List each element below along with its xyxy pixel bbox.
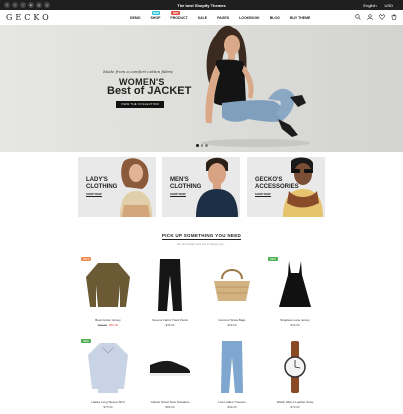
hot-badge: HOT (171, 11, 180, 15)
product-image[interactable]: SALE (78, 255, 138, 315)
hero-model-image (201, 25, 311, 147)
view-collection-button[interactable]: VIEW THE COLLECTION (116, 101, 164, 108)
hero-title-line2: Best of JACKET (107, 85, 192, 97)
top-bar: f t i in p y The best Shopify Themes Eng… (0, 0, 403, 10)
new-badge: NEW (81, 339, 91, 344)
nav-item-demo[interactable]: DEMO (130, 16, 141, 20)
shop-now-link[interactable]: SHOP NOW (255, 192, 271, 197)
product-price: $69.00 (227, 405, 237, 409)
currency-select[interactable]: USD (385, 3, 393, 8)
search-icon[interactable] (355, 14, 361, 20)
hero-banner: Made from a comfort cotton fabric WOMEN'… (0, 25, 403, 152)
nav-item-pages[interactable]: PAGES (217, 16, 229, 20)
logo[interactable]: GECKO (6, 13, 52, 22)
nav-item-blog[interactable]: BLOG (270, 16, 280, 20)
main-nav: DEMO NEW SHOP HOT PRODUCT SALE PAGES LOOKB… (130, 11, 311, 20)
sneaker-image (149, 360, 191, 376)
product-card[interactable]: Sevens Fabric Track Pants $39.00 (140, 255, 200, 327)
product-image[interactable]: NEW (78, 337, 138, 397)
nav-item-shop[interactable]: NEW SHOP (151, 11, 160, 20)
site-header: GECKO DEMO NEW SHOP HOT PRODUCT SALE PAGES… (0, 10, 403, 26)
product-image[interactable]: NEW (265, 255, 325, 315)
user-icon[interactable] (367, 14, 373, 20)
slider-dot[interactable] (196, 144, 199, 147)
product-price: $79.00 (290, 405, 300, 409)
hero-tagline: Made from a comfort cotton fabric (103, 69, 174, 74)
product-name[interactable]: Ladies Long Sleeve Shirt (78, 400, 138, 404)
category-title-line2: CLOTHING (170, 183, 202, 190)
product-price: $29.00 (227, 323, 237, 327)
product-name[interactable]: Watch With A Leather Strap (265, 400, 325, 404)
product-card[interactable]: NEW Strapless Lane Jersey $49.00 (265, 255, 325, 327)
product-name[interactable]: Strapless Lane Jersey (265, 318, 325, 322)
product-price: $39.00 (165, 323, 175, 327)
product-name[interactable]: Low Ladies Trousers (202, 400, 262, 404)
cart-icon[interactable] (391, 14, 397, 20)
jeans-image (221, 341, 243, 393)
product-name[interactable]: Classic Street New Sneakers (140, 400, 200, 404)
product-price: $99.00 $59.00 (97, 323, 119, 327)
product-price: $75.00 (103, 405, 113, 409)
shirt-image (88, 343, 128, 393)
sweater-image (86, 263, 130, 307)
product-image[interactable] (265, 337, 325, 397)
product-card[interactable]: Watch With A Leather Strap $79.00 (265, 337, 325, 409)
nav-item-sale[interactable]: SALE (198, 16, 207, 20)
section-title: PICK UP SOMETHING YOU NEED (161, 233, 242, 240)
product-name[interactable]: Boat Cotton Jersey (78, 318, 138, 322)
product-card[interactable]: Classic Street New Sneakers $89.00 (140, 337, 200, 409)
product-price: $49.00 (290, 323, 300, 327)
section-subtitle: All round high and top to things you... (176, 242, 227, 246)
wishlist-icon[interactable] (379, 14, 385, 20)
product-price: $89.00 (165, 405, 175, 409)
product-card[interactable]: SALE Boat Cotton Jersey $99.00 $59.00 (78, 255, 138, 327)
language-select[interactable]: English (363, 3, 376, 8)
category-card-mens[interactable]: MEN'S CLOTHING SHOP NOW (162, 157, 240, 217)
category-card-ladies[interactable]: LADY'S CLOTHING SHOP NOW (78, 157, 156, 217)
category-title-line2: CLOTHING (86, 183, 118, 190)
product-name[interactable]: Coconut Straw Bags (202, 318, 262, 322)
product-image[interactable] (202, 255, 262, 315)
shop-now-link[interactable]: SHOP NOW (170, 192, 186, 197)
product-image[interactable] (140, 337, 200, 397)
product-card[interactable]: NEW Ladies Long Sleeve Shirt $75.00 (78, 337, 138, 409)
product-card[interactable]: Coconut Straw Bags $29.00 (202, 255, 262, 327)
announcement-text: The best Shopify Themes (177, 2, 226, 8)
nav-item-buy-theme[interactable]: BUY THEME (290, 16, 311, 20)
slider-dots (196, 144, 208, 147)
pants-image (158, 259, 182, 311)
shop-now-link[interactable]: SHOP NOW (86, 192, 102, 197)
slider-dot[interactable] (205, 144, 208, 147)
sale-badge: SALE (81, 257, 92, 262)
product-image[interactable] (140, 255, 200, 315)
nav-item-lookbook[interactable]: LOOKBOOK (239, 16, 260, 20)
dress-image (279, 261, 311, 307)
product-name[interactable]: Sevens Fabric Track Pants (140, 318, 200, 322)
new-badge: NEW (268, 257, 278, 262)
nav-item-product[interactable]: HOT PRODUCT (170, 11, 188, 20)
category-card-accessories[interactable]: GECKO'S ACCESSORIES SHOP NOW (247, 157, 325, 217)
product-image[interactable] (202, 337, 262, 397)
watch-image (284, 341, 306, 393)
straw-bag-image (214, 269, 250, 301)
slider-dot[interactable] (200, 144, 203, 147)
product-card[interactable]: Low Ladies Trousers $69.00 (202, 337, 262, 409)
category-cards: LADY'S CLOTHING SHOP NOW MEN'S CLOTHING SH… (78, 157, 325, 217)
new-badge: NEW (151, 11, 161, 15)
category-title-line2: ACCESSORIES (255, 183, 299, 190)
